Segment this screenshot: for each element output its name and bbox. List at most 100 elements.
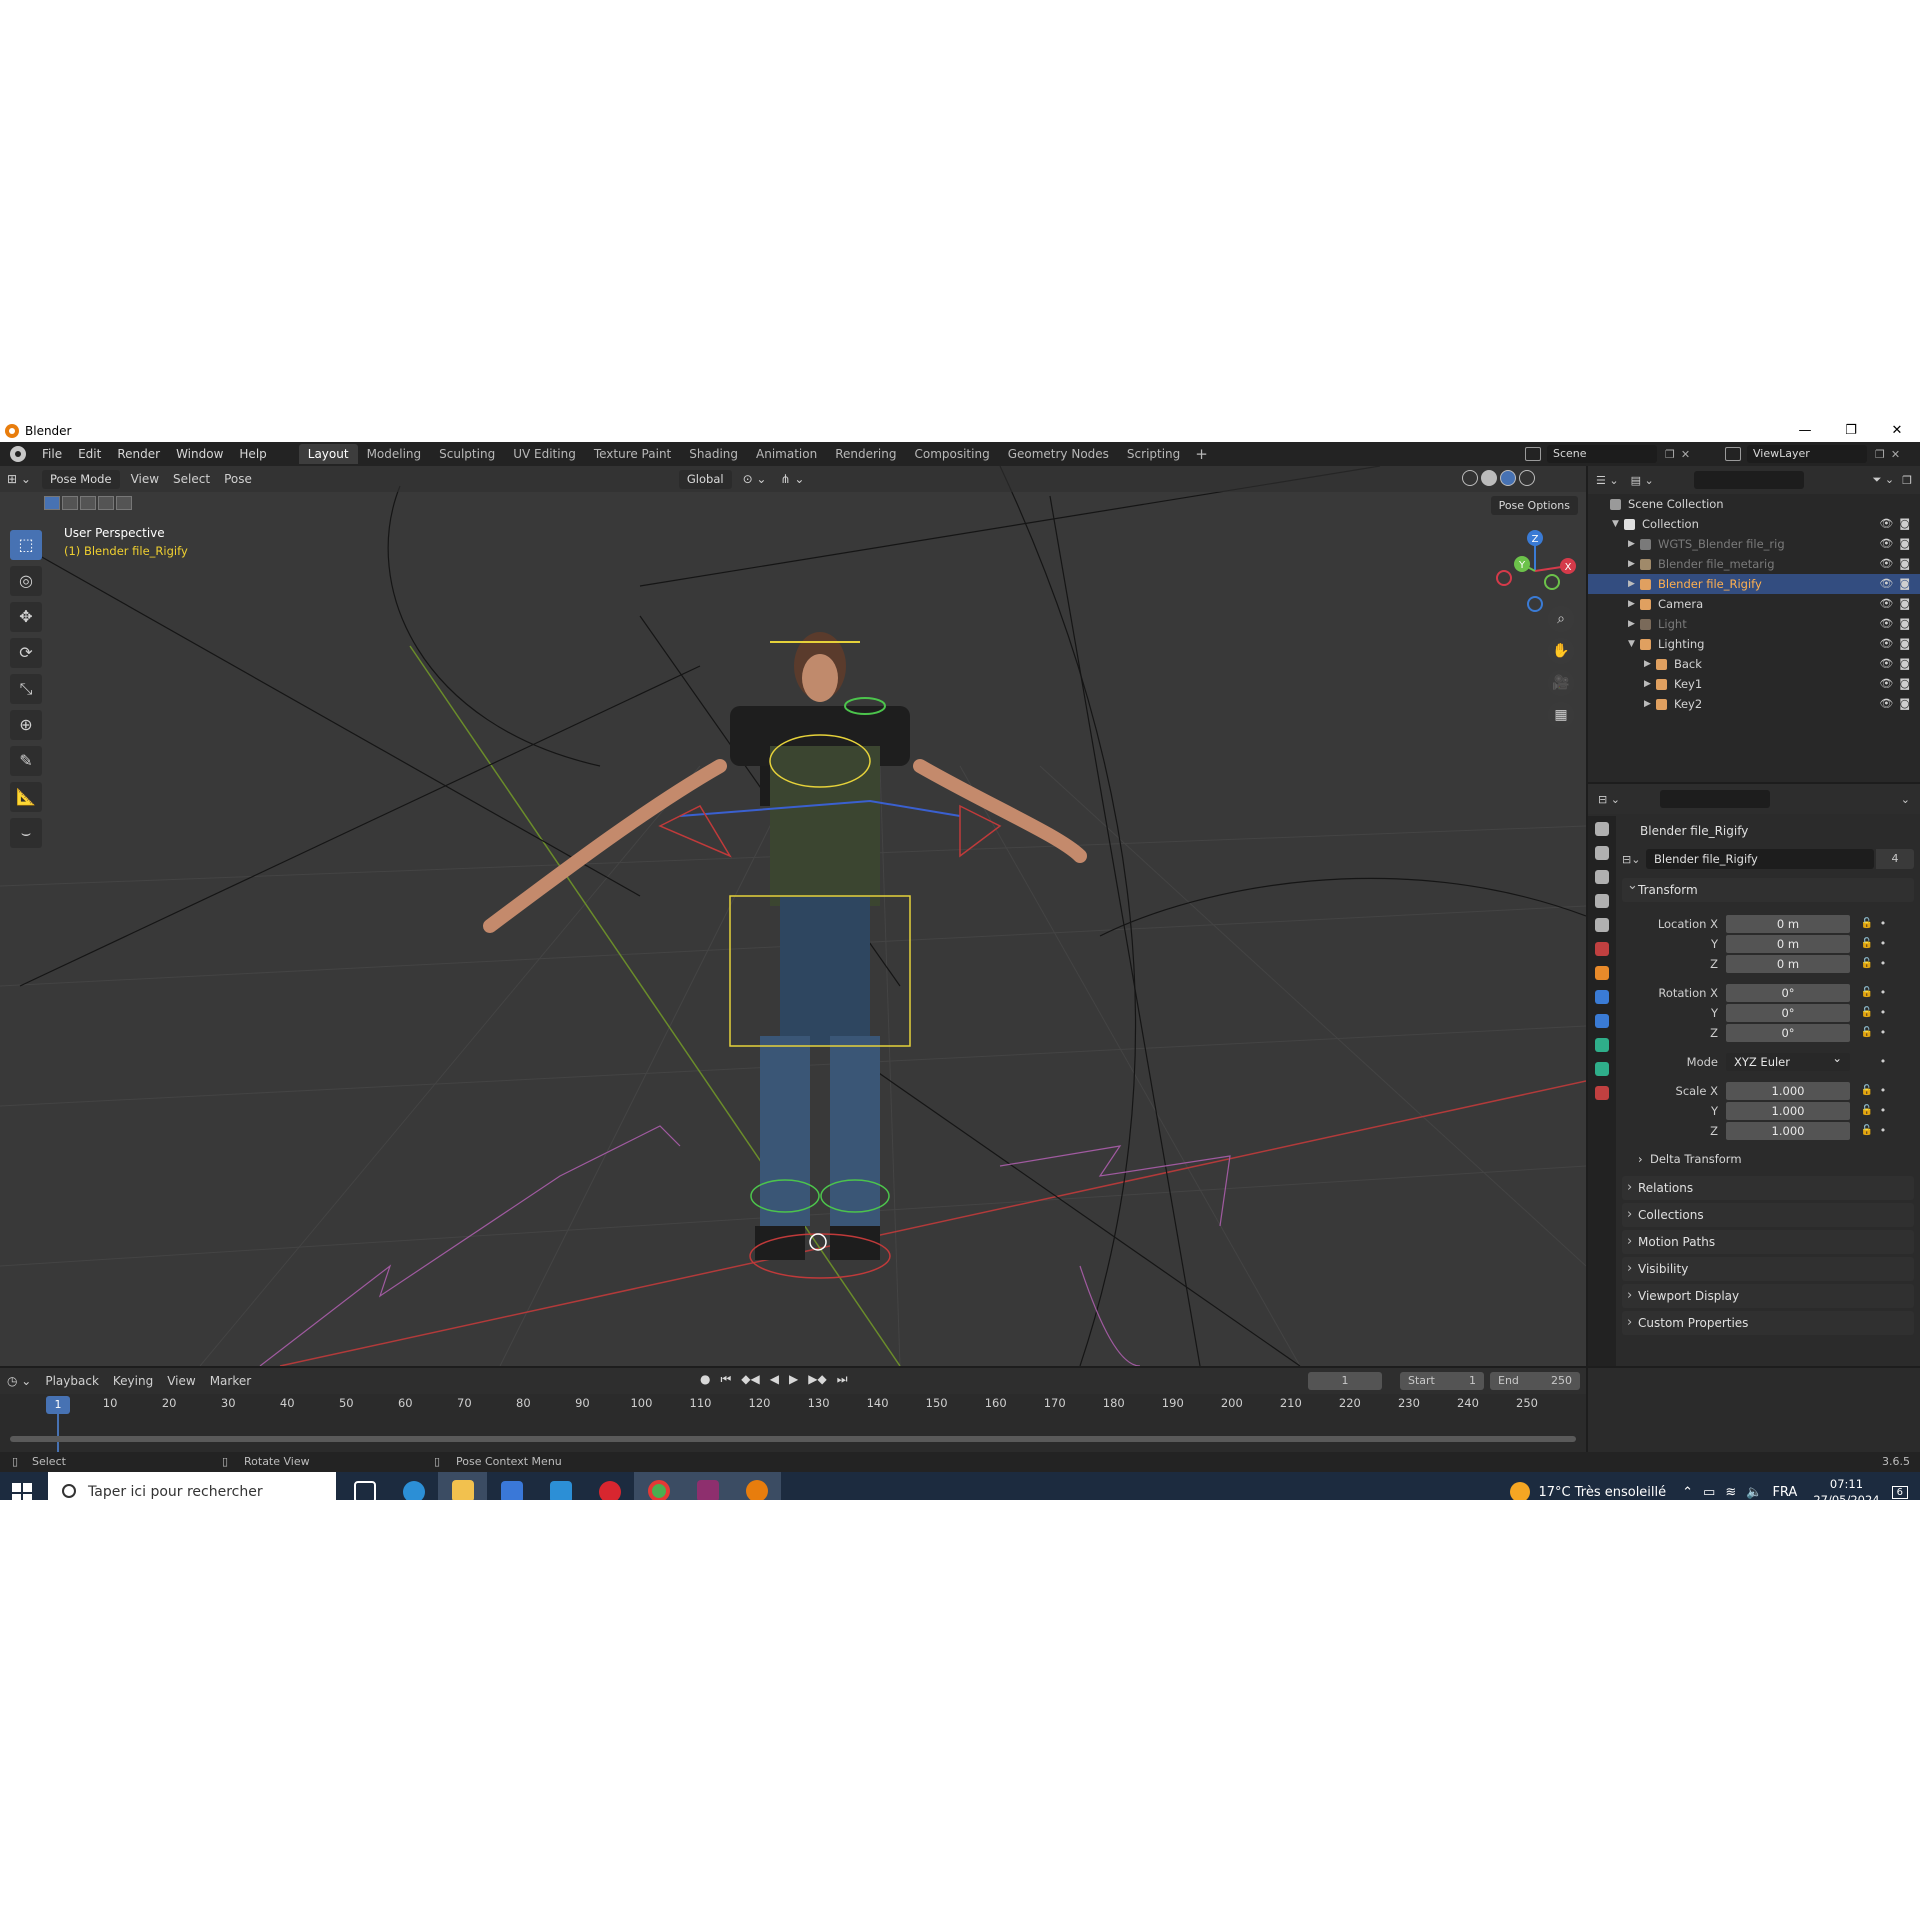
clock[interactable]: 07:11 27/05/2024 (1813, 1476, 1879, 1500)
outliner-row[interactable]: ▼ Collection 👁 ◙ (1588, 514, 1920, 534)
menu-keying[interactable]: Keying (106, 1374, 160, 1388)
outliner-row[interactable]: ▶ Blender file_metarig 👁 ◙ (1588, 554, 1920, 574)
solid-shading-icon[interactable] (1481, 470, 1497, 486)
menu-render[interactable]: Render (109, 442, 168, 466)
lock-icon[interactable]: 🔓 (1856, 1007, 1878, 1018)
editor-type-icon[interactable]: ⊞ ⌄ (0, 472, 38, 486)
rotate-tool-icon[interactable]: ⟳ (10, 638, 42, 668)
texture-tab-icon[interactable] (1595, 1086, 1609, 1100)
material-shading-icon[interactable] (1500, 470, 1516, 486)
bone-tab-icon[interactable] (1595, 1062, 1609, 1076)
expand-arrow-icon[interactable]: ▶ (1628, 534, 1635, 554)
menu-marker[interactable]: Marker (203, 1374, 258, 1388)
object-users-count[interactable]: 4 (1876, 849, 1914, 869)
zoom-icon[interactable]: ⌕ (1548, 606, 1574, 632)
render-camera-icon[interactable]: ◙ (1899, 534, 1910, 554)
expand-arrow-icon[interactable]: ▶ (1628, 574, 1635, 594)
lock-icon[interactable]: 🔓 (1856, 1085, 1878, 1096)
render-camera-icon[interactable]: ◙ (1899, 614, 1910, 634)
tab-uv-editing[interactable]: UV Editing (504, 444, 585, 464)
blender-menu-icon[interactable] (10, 446, 26, 462)
display-mode-icon[interactable]: ▤ ⌄ (1631, 474, 1654, 487)
tab-modeling[interactable]: Modeling (358, 444, 431, 464)
properties-search-input[interactable] (1659, 790, 1770, 808)
delta-transform-subpanel[interactable]: Delta Transform (1622, 1148, 1914, 1170)
pan-hand-icon[interactable]: ✋ (1548, 638, 1574, 664)
current-frame-field[interactable]: 1 (1308, 1372, 1382, 1390)
relations-panel-header[interactable]: Relations (1622, 1176, 1914, 1200)
lock-icon[interactable]: 🔓 (1856, 987, 1878, 998)
visibility-eye-icon[interactable]: 👁 (1879, 674, 1893, 694)
measure-tool-icon[interactable]: 📐 (10, 782, 42, 812)
select-box-tool-icon[interactable]: ⬚ (10, 530, 42, 560)
scale-z-field[interactable]: 1.000 (1726, 1121, 1850, 1140)
timeline-scrollbar[interactable] (10, 1436, 1576, 1442)
scale-y-field[interactable]: 1.000 (1726, 1101, 1850, 1120)
camera-view-icon[interactable]: 🎥 (1548, 670, 1574, 696)
visibility-eye-icon[interactable]: 👁 (1879, 594, 1893, 614)
rotation-x-field[interactable]: 0° (1726, 983, 1850, 1002)
armature-data-tab-icon[interactable] (1595, 1038, 1609, 1052)
scene-name-field[interactable]: Scene (1547, 445, 1657, 463)
view-layer-tab-icon[interactable] (1595, 894, 1609, 908)
outliner-editor-icon[interactable]: ☰ ⌄ (1596, 474, 1619, 487)
transform-tool-icon[interactable]: ⊕ (10, 710, 42, 740)
menu-edit[interactable]: Edit (70, 442, 109, 466)
tab-sculpting[interactable]: Sculpting (430, 444, 504, 464)
properties-options-icon[interactable]: ⌄ (1901, 793, 1910, 806)
tab-animation[interactable]: Animation (747, 444, 826, 464)
tab-scripting[interactable]: Scripting (1118, 444, 1189, 464)
cursor-tool-icon[interactable]: ◎ (10, 566, 42, 596)
maximize-button[interactable]: ❐ (1828, 420, 1874, 442)
next-keyframe-icon[interactable]: ▶◆ (808, 1372, 826, 1387)
menu-file[interactable]: File (34, 442, 70, 466)
expand-arrow-icon[interactable]: ▶ (1628, 554, 1635, 574)
scene-selector[interactable]: Scene ❐ ✕ (1525, 445, 1715, 463)
weather-text[interactable]: 17°C Très ensoleillé (1538, 1485, 1666, 1500)
select-intersect-icon[interactable] (116, 496, 132, 510)
lock-icon[interactable]: 🔓 (1856, 938, 1878, 949)
scene-new-icon[interactable]: ❐ (1665, 448, 1675, 461)
menu-help[interactable]: Help (231, 442, 274, 466)
outliner-row[interactable]: ▶ Back 👁 ◙ (1588, 654, 1920, 674)
ortho-grid-icon[interactable]: ▦ (1548, 702, 1574, 728)
expand-arrow-icon[interactable]: ▶ (1644, 694, 1651, 714)
play-reverse-icon[interactable]: ◀ (770, 1372, 779, 1387)
expand-arrow-icon[interactable]: ▶ (1644, 654, 1651, 674)
opera-icon[interactable] (585, 1472, 634, 1500)
visibility-eye-icon[interactable]: 👁 (1879, 694, 1893, 714)
constraints-tab-icon[interactable] (1595, 1014, 1609, 1028)
world-tab-icon[interactable] (1595, 942, 1609, 956)
store-icon[interactable] (487, 1472, 536, 1500)
select-extend-icon[interactable] (62, 496, 78, 510)
pivot-icon[interactable]: ⊙ ⌄ (736, 472, 774, 486)
record-icon[interactable]: ● (700, 1372, 710, 1387)
scene-delete-icon[interactable]: ✕ (1681, 448, 1690, 461)
render-camera-icon[interactable]: ◙ (1899, 634, 1910, 654)
menu-playback[interactable]: Playback (38, 1374, 106, 1388)
scale-tool-icon[interactable]: ⤡ (10, 674, 42, 704)
move-tool-icon[interactable]: ✥ (10, 602, 42, 632)
render-camera-icon[interactable]: ◙ (1899, 674, 1910, 694)
file-explorer-icon[interactable] (438, 1472, 487, 1500)
visibility-panel-header[interactable]: Visibility (1622, 1257, 1914, 1281)
menu-pose[interactable]: Pose (217, 472, 259, 486)
expand-arrow-icon[interactable]: ▶ (1644, 674, 1651, 694)
location-y-field[interactable]: 0 m (1726, 934, 1850, 953)
bone-tool-icon[interactable]: ⌣ (10, 818, 42, 848)
notifications-icon[interactable]: 6 (1891, 1485, 1908, 1499)
end-frame-field[interactable]: End 250 (1490, 1372, 1580, 1390)
volume-icon[interactable]: 🔈 (1746, 1485, 1762, 1500)
new-collection-icon[interactable]: ❐ (1902, 474, 1912, 487)
lock-icon[interactable]: 🔓 (1856, 1027, 1878, 1038)
menu-select[interactable]: Select (166, 472, 217, 486)
scale-x-field[interactable]: 1.000 (1726, 1081, 1850, 1100)
render-camera-icon[interactable]: ◙ (1899, 574, 1910, 594)
outliner-row-scene-collection[interactable]: Scene Collection (1588, 494, 1920, 514)
view-layer-selector[interactable]: ViewLayer ❐ ✕ (1725, 445, 1915, 463)
mail-icon[interactable] (536, 1472, 585, 1500)
render-camera-icon[interactable]: ◙ (1899, 554, 1910, 574)
play-icon[interactable]: ▶ (789, 1372, 798, 1387)
output-tab-icon[interactable] (1595, 870, 1609, 884)
object-datablock-icon[interactable]: ⊟⌄ (1622, 853, 1646, 866)
